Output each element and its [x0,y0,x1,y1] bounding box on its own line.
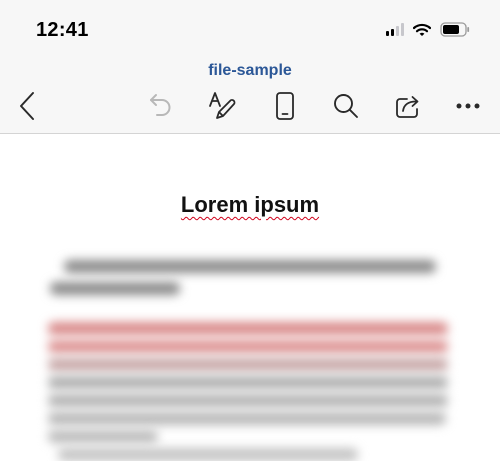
mobile-view-button[interactable] [270,88,300,124]
draw-button[interactable] [205,88,241,124]
document-canvas[interactable]: Lorem ipsum [0,134,500,461]
status-icons [386,22,470,37]
app-chrome: 12:41 file-sample [0,0,500,133]
more-icon [456,103,480,109]
search-button[interactable] [330,88,362,124]
document-heading-text: Lorem ipsum [180,192,320,217]
document-heading[interactable]: Lorem ipsum [0,192,500,218]
document-title[interactable]: file-sample [0,62,500,80]
share-button[interactable] [392,88,424,124]
back-button[interactable] [12,88,42,124]
search-icon [334,94,358,118]
wifi-icon [413,23,431,37]
battery-icon [440,22,470,37]
back-chevron-icon [20,92,34,120]
mobile-view-icon [276,92,294,120]
status-time: 12:41 [36,19,89,41]
more-button[interactable] [452,88,484,124]
undo-icon [150,94,171,116]
draw-pen-icon [209,92,236,119]
cellular-signal-icon [386,23,404,36]
undo-button[interactable] [145,88,177,124]
share-icon [396,96,419,118]
